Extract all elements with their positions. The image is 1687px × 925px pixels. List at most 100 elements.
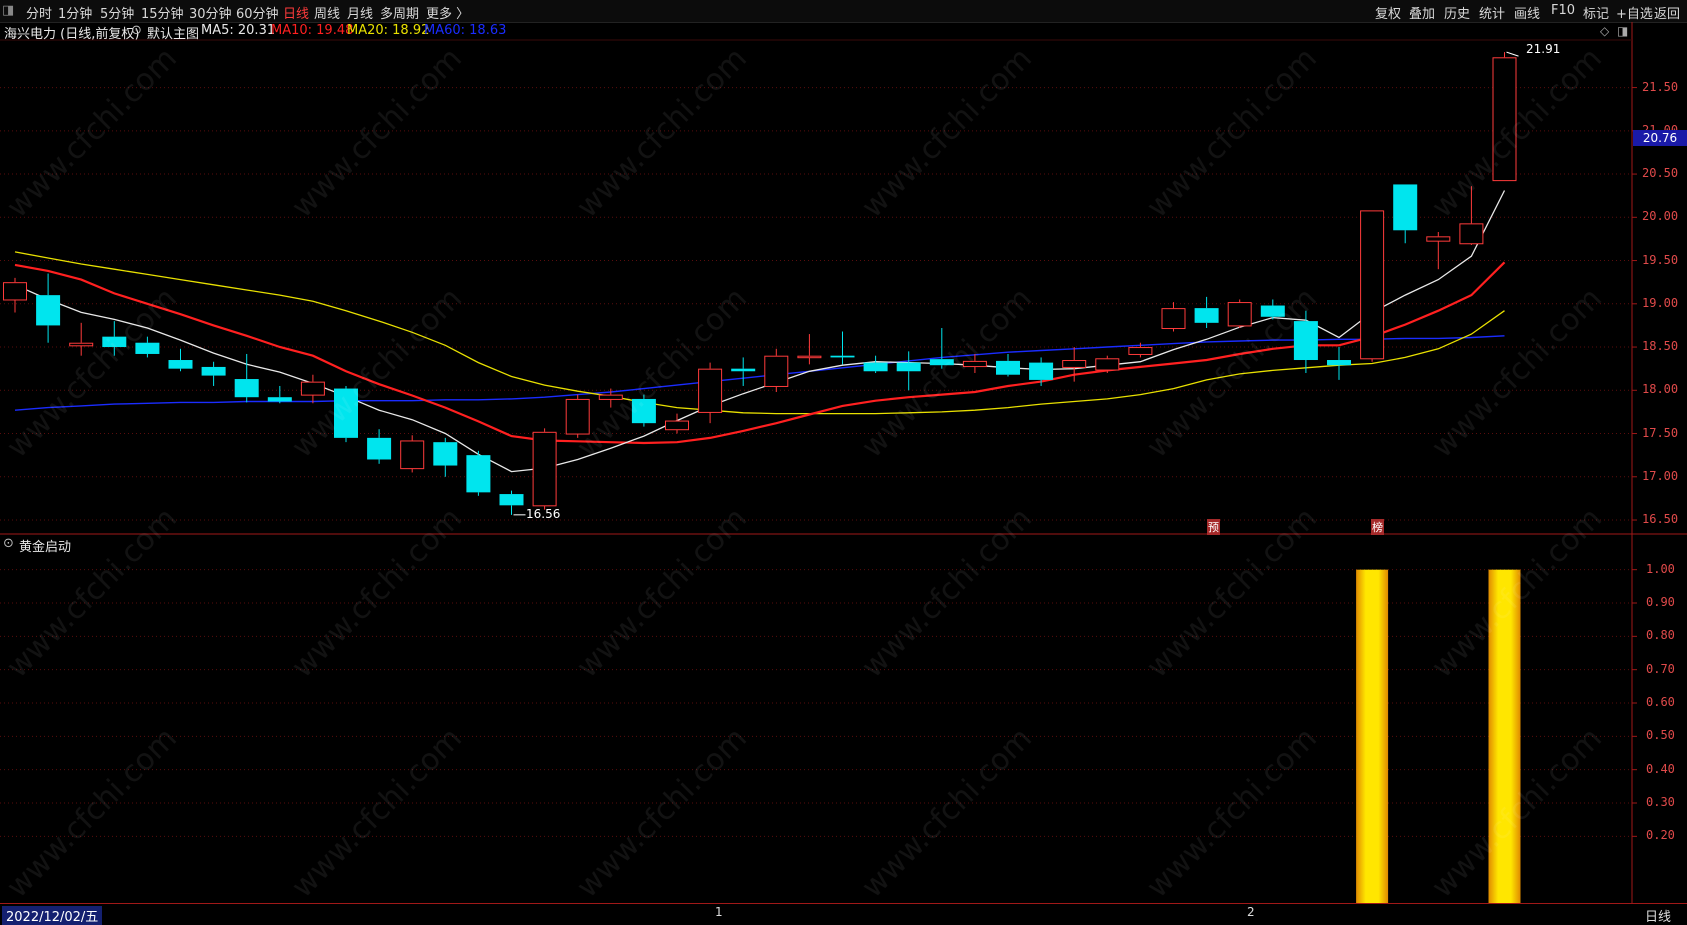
price-tick-label: 18.00 <box>1642 382 1679 397</box>
low-price-label: 16.56 <box>526 507 561 521</box>
ma10-line <box>14 261 1506 445</box>
price-tick-label: 21.50 <box>1642 79 1679 94</box>
month-mark-1: 1 <box>715 905 723 919</box>
sub-tick-label: 0.60 <box>1646 695 1675 709</box>
signal-bar <box>1356 569 1389 903</box>
candle-body <box>1029 362 1054 380</box>
candle-body <box>433 442 458 466</box>
candle <box>1393 184 1418 244</box>
candle <box>267 385 292 404</box>
candle <box>797 334 822 365</box>
candle-body <box>565 398 590 435</box>
candle-body <box>267 397 292 402</box>
sub-tick-label: 0.90 <box>1646 595 1675 609</box>
candle-body <box>102 336 127 348</box>
marker-bang[interactable]: 榜 <box>1371 519 1384 535</box>
price-tick-label: 20.00 <box>1642 209 1679 224</box>
candle <box>698 362 723 424</box>
candle <box>135 336 160 358</box>
candle <box>1492 52 1517 182</box>
signal-bar <box>1488 569 1521 903</box>
sub-tick-label: 0.20 <box>1646 828 1675 843</box>
candle-body <box>201 366 226 376</box>
current-date: 2022/12/02/五 <box>2 906 103 925</box>
candle-body <box>69 342 94 347</box>
candle <box>631 394 656 427</box>
candle-body <box>1062 360 1087 368</box>
candle-body <box>300 381 325 396</box>
candle <box>499 490 524 515</box>
candle <box>1426 232 1451 270</box>
candle-body <box>830 355 855 358</box>
price-tick-label: 16.50 <box>1642 512 1679 527</box>
month-mark-2: 2 <box>1247 905 1255 919</box>
marker-yu[interactable]: 预 <box>1207 519 1220 535</box>
candle <box>1459 186 1484 245</box>
sub-tick-label: 0.80 <box>1646 628 1675 643</box>
candle <box>367 429 392 464</box>
candle-body <box>1426 236 1451 242</box>
candle-body <box>1492 57 1517 182</box>
candle-body <box>168 360 193 369</box>
candle-body <box>797 355 822 359</box>
candle-body <box>3 282 27 301</box>
candle-body <box>996 360 1020 375</box>
candle-body <box>499 494 524 506</box>
last-price-tag: 20.76 <box>1633 130 1687 146</box>
price-tick-label: 19.50 <box>1642 252 1679 267</box>
candle <box>433 437 458 477</box>
candle <box>764 348 789 393</box>
price-tick-label: 20.50 <box>1642 166 1679 181</box>
candle-body <box>367 437 392 460</box>
kline-chart[interactable] <box>0 0 1687 923</box>
candle-body <box>1161 308 1186 330</box>
price-tick-label: 17.50 <box>1642 425 1679 440</box>
candle <box>896 351 921 391</box>
candle <box>996 353 1020 377</box>
candle-body <box>1194 308 1219 323</box>
candle-body <box>598 394 623 400</box>
candle-body <box>698 368 723 413</box>
candle <box>36 273 61 343</box>
candle-body <box>400 440 425 470</box>
candle <box>863 355 888 373</box>
candle-body <box>1227 302 1252 327</box>
candle <box>1161 302 1186 332</box>
candle-body <box>1095 358 1120 371</box>
high-leader-line <box>1506 51 1519 57</box>
candle-body <box>1293 321 1318 361</box>
candle <box>334 385 358 443</box>
price-tick-label: 17.00 <box>1642 468 1679 483</box>
candle <box>565 394 590 438</box>
candle-body <box>1260 305 1285 317</box>
candle <box>102 321 127 356</box>
candle-body <box>863 362 888 372</box>
candle <box>731 357 756 386</box>
candle-body <box>234 379 259 398</box>
candle-body <box>764 355 789 387</box>
candle-body <box>731 368 756 372</box>
candle <box>929 328 954 369</box>
candle <box>3 277 27 313</box>
candle-body <box>1393 184 1418 231</box>
price-tick-label: 19.00 <box>1642 295 1679 310</box>
candle <box>201 361 226 386</box>
candle <box>962 353 987 373</box>
high-price-label: 21.91 <box>1526 42 1561 56</box>
candle <box>1360 210 1385 362</box>
candle <box>1327 347 1351 380</box>
candle <box>1095 355 1120 373</box>
candle <box>532 428 557 510</box>
time-axis-bar: 2022/12/02/五 1 2 日线 <box>0 903 1687 925</box>
candle-body <box>631 398 656 424</box>
candle-body <box>1459 223 1484 245</box>
candle-body <box>1360 210 1385 360</box>
candle <box>300 374 325 404</box>
candle-body <box>1327 360 1351 366</box>
candle <box>1227 299 1252 329</box>
candle <box>466 450 491 496</box>
period-label: 日线 <box>1645 910 1672 925</box>
candle <box>400 435 425 473</box>
candle <box>168 348 193 372</box>
candle-body <box>1128 347 1153 355</box>
